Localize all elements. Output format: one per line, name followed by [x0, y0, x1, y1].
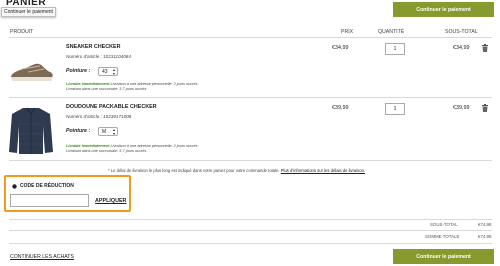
total-label: SOMME TOTALE: [425, 234, 460, 239]
delivery-store: Livraison dans une succursale: 3-7 jours…: [66, 149, 147, 153]
line-subtotal: €39,99: [453, 105, 470, 111]
delivery-info: Livrable immédiatement Livraison à une a…: [66, 82, 197, 86]
subtotal-value: €74,98: [478, 222, 492, 227]
divider: [9, 97, 492, 98]
size-label: Pointure :: [66, 68, 91, 74]
continue-payment-button-bottom[interactable]: Continuer le paiement: [393, 249, 494, 264]
quantity-input[interactable]: 1: [385, 43, 405, 55]
unit-price: €39,99: [332, 105, 349, 111]
subtotal-label: SOUS-TOTAL: [430, 222, 458, 227]
continue-payment-button-top[interactable]: Continuer le paiement: [393, 2, 494, 17]
product-name[interactable]: SNEAKER CHECKER: [66, 44, 121, 50]
jacket-image[interactable]: [8, 104, 54, 156]
sneaker-image[interactable]: [8, 45, 54, 91]
column-header-subtotal: SOUS-TOTAL: [445, 29, 478, 35]
article-number: Numéro d'article : 10231104084: [66, 54, 131, 59]
dot-icon: [12, 183, 17, 189]
size-select[interactable]: 43 ▴ ▾: [98, 67, 118, 76]
discount-code-panel: CODE DE RÉDUCTION APPLIQUER: [4, 175, 131, 212]
delivery-home: Livraison à une adresse personnelle: 2 j…: [109, 82, 198, 86]
delivery-note: * Le délai de livraison le plus long est…: [108, 168, 365, 173]
divider: [9, 37, 492, 38]
delivery-store: Livraison dans une succursale: 3-7 jours…: [66, 87, 147, 91]
trash-icon[interactable]: [481, 44, 489, 52]
article-number: Numéro d'article : 10238171008: [66, 114, 132, 119]
product-name[interactable]: DOUDOUNE PACKABLE CHECKER: [66, 104, 157, 110]
cart-item: SNEAKER CHECKER Numéro d'article : 10231…: [0, 41, 500, 95]
delivery-info: Livrable immédiatement Livraison à une a…: [66, 144, 197, 148]
discount-title-label: CODE DE RÉDUCTION: [20, 183, 74, 189]
cart-item: DOUDOUNE PACKABLE CHECKER Numéro d'artic…: [0, 101, 500, 159]
divider: [9, 243, 492, 244]
size-value: M: [102, 128, 107, 135]
size-value: 43: [102, 68, 108, 75]
stepper-arrows-icon: ▴ ▾: [112, 127, 115, 136]
size-select[interactable]: M ▴ ▾: [98, 127, 118, 136]
quantity-input[interactable]: 1: [385, 103, 405, 115]
delivery-note-text: * Le délai de livraison le plus long est…: [108, 168, 280, 173]
line-subtotal: €34,99: [453, 45, 470, 51]
total-value: €74,98: [478, 234, 492, 239]
unit-price: €34,99: [332, 45, 349, 51]
divider: [9, 230, 492, 231]
apply-button[interactable]: APPLIQUER: [95, 198, 126, 204]
top-bar: PANIER Continuer le paiement Continuer l…: [0, 0, 500, 22]
tooltip: Continuer le paiement: [1, 7, 56, 17]
stepper-arrows-icon: ▴ ▾: [112, 67, 115, 76]
delivery-info-link[interactable]: Plus d'informations sur les délais de li…: [281, 168, 365, 173]
column-header-price: PRIX: [341, 29, 354, 35]
size-label: Pointure :: [66, 128, 91, 134]
in-stock-label: Livrable immédiatement: [66, 82, 110, 86]
discount-title[interactable]: CODE DE RÉDUCTION: [12, 183, 74, 189]
in-stock-label: Livrable immédiatement: [66, 144, 110, 148]
continue-shopping-link[interactable]: CONTINUER LES ACHATS: [10, 254, 74, 260]
column-header-quantity: QUANTITÉ: [378, 29, 405, 35]
discount-code-input[interactable]: [10, 194, 89, 207]
delivery-home: Livraison à une adresse personnelle: 2 j…: [109, 144, 198, 148]
column-header-product: PRODUIT: [10, 29, 34, 35]
divider: [9, 219, 492, 220]
divider: [9, 160, 492, 161]
trash-icon[interactable]: [481, 104, 489, 112]
